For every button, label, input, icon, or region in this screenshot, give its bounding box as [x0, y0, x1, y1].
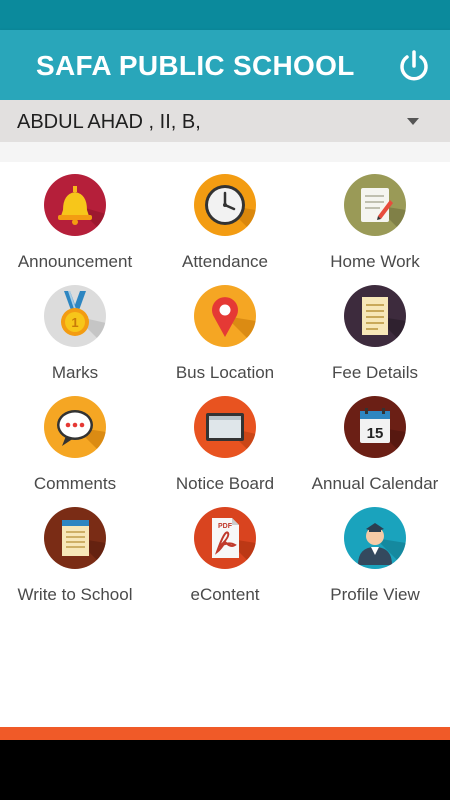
menu-item-home-work[interactable]: Home Work	[300, 162, 450, 272]
menu-item-announcement[interactable]: Announcement	[0, 162, 150, 272]
status-bar	[0, 0, 450, 30]
medal-icon: 1	[44, 285, 106, 347]
calendar-day: 15	[367, 425, 384, 442]
student-selector-value: ABDUL AHAD , II, B,	[17, 111, 201, 133]
student-selector[interactable]: ABDUL AHAD , II, B,	[0, 100, 450, 142]
menu-item-label: Comments	[33, 474, 117, 493]
board-icon	[194, 396, 256, 458]
bell-icon	[44, 174, 106, 236]
menu-item-label: eContent	[190, 585, 260, 604]
menu-item-label: Home Work	[330, 252, 420, 271]
dropdown-arrow-icon	[407, 118, 419, 125]
map-pin-icon	[194, 285, 256, 347]
power-icon[interactable]	[396, 48, 432, 84]
menu-item-label: Attendance	[181, 252, 268, 271]
menu-item-notice-board[interactable]: Notice Board	[150, 384, 300, 494]
menu-item-comments[interactable]: Comments	[0, 384, 150, 494]
menu-item-label: Profile View	[330, 585, 420, 604]
menu-item-marks[interactable]: 1 Marks	[0, 273, 150, 383]
menu-item-write-to-school[interactable]: Write to School	[0, 495, 150, 605]
app-title: SAFA PUBLIC SCHOOL	[36, 50, 355, 81]
chat-bubble-icon	[44, 396, 106, 458]
system-navigation-bar	[0, 740, 450, 800]
menu-item-annual-calendar[interactable]: 15 Annual Calendar	[300, 384, 450, 494]
pdf-icon: PDF	[194, 507, 256, 569]
svg-text:1: 1	[71, 315, 78, 330]
menu-item-label: Annual Calendar	[311, 474, 439, 493]
menu-item-attendance[interactable]: Attendance	[150, 162, 300, 272]
calendar-icon: 15	[344, 396, 406, 458]
menu-item-fee-details[interactable]: Fee Details	[300, 273, 450, 383]
menu-item-label: Write to School	[17, 585, 133, 604]
menu-item-label: Fee Details	[332, 363, 418, 382]
pdf-label: PDF	[218, 523, 233, 530]
user-icon	[344, 507, 406, 569]
menu-item-label: Marks	[51, 363, 99, 382]
menu-item-label: Announcement	[17, 252, 133, 271]
menu-item-label: Bus Location	[175, 363, 275, 382]
document-icon	[44, 507, 106, 569]
menu-item-bus-location[interactable]: Bus Location	[150, 273, 300, 383]
app-bar: SAFA PUBLIC SCHOOL	[0, 30, 450, 100]
clock-icon	[194, 174, 256, 236]
notepad-icon	[344, 174, 406, 236]
receipt-icon	[344, 285, 406, 347]
menu-item-profile-view[interactable]: Profile View	[300, 495, 450, 605]
footer-accent-bar	[0, 727, 450, 740]
divider	[0, 142, 450, 162]
menu-item-econtent[interactable]: PDF eContent	[150, 495, 300, 605]
menu-item-label: Notice Board	[175, 474, 275, 493]
